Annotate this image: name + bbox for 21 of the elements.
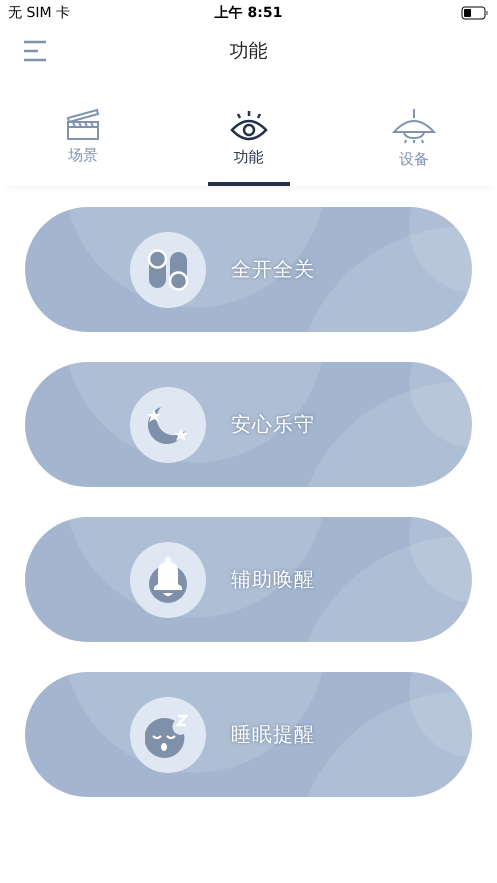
tab[interactable]: 设备 xyxy=(331,100,497,186)
feature-label: 安心乐守 xyxy=(231,411,315,438)
eye-icon xyxy=(230,108,268,142)
menu-button[interactable] xyxy=(22,40,48,62)
tab[interactable]: 场景 xyxy=(0,100,166,186)
battery-icon xyxy=(461,6,489,20)
feature-label: 辅助唤醒 xyxy=(231,566,315,593)
feature-card[interactable]: 安心乐守 xyxy=(25,362,472,487)
page-title: 功能 xyxy=(230,39,268,64)
feature-card[interactable]: 全开全关 xyxy=(25,207,472,332)
carrier-text: 无 SIM 卡 xyxy=(8,4,70,22)
clapperboard-icon xyxy=(66,108,100,140)
toggle-switches-icon xyxy=(146,248,190,292)
tab[interactable]: 功能 xyxy=(166,100,332,186)
feature-card[interactable]: 睡眠提醒 xyxy=(25,672,472,797)
clock-time: 上午 8:51 xyxy=(214,4,282,22)
feature-label: 全开全关 xyxy=(231,256,315,283)
bell-icon xyxy=(148,556,188,604)
feature-label: 睡眠提醒 xyxy=(231,721,315,748)
ceiling-lamp-icon xyxy=(392,108,436,144)
feature-card[interactable]: 辅助唤醒 xyxy=(25,517,472,642)
